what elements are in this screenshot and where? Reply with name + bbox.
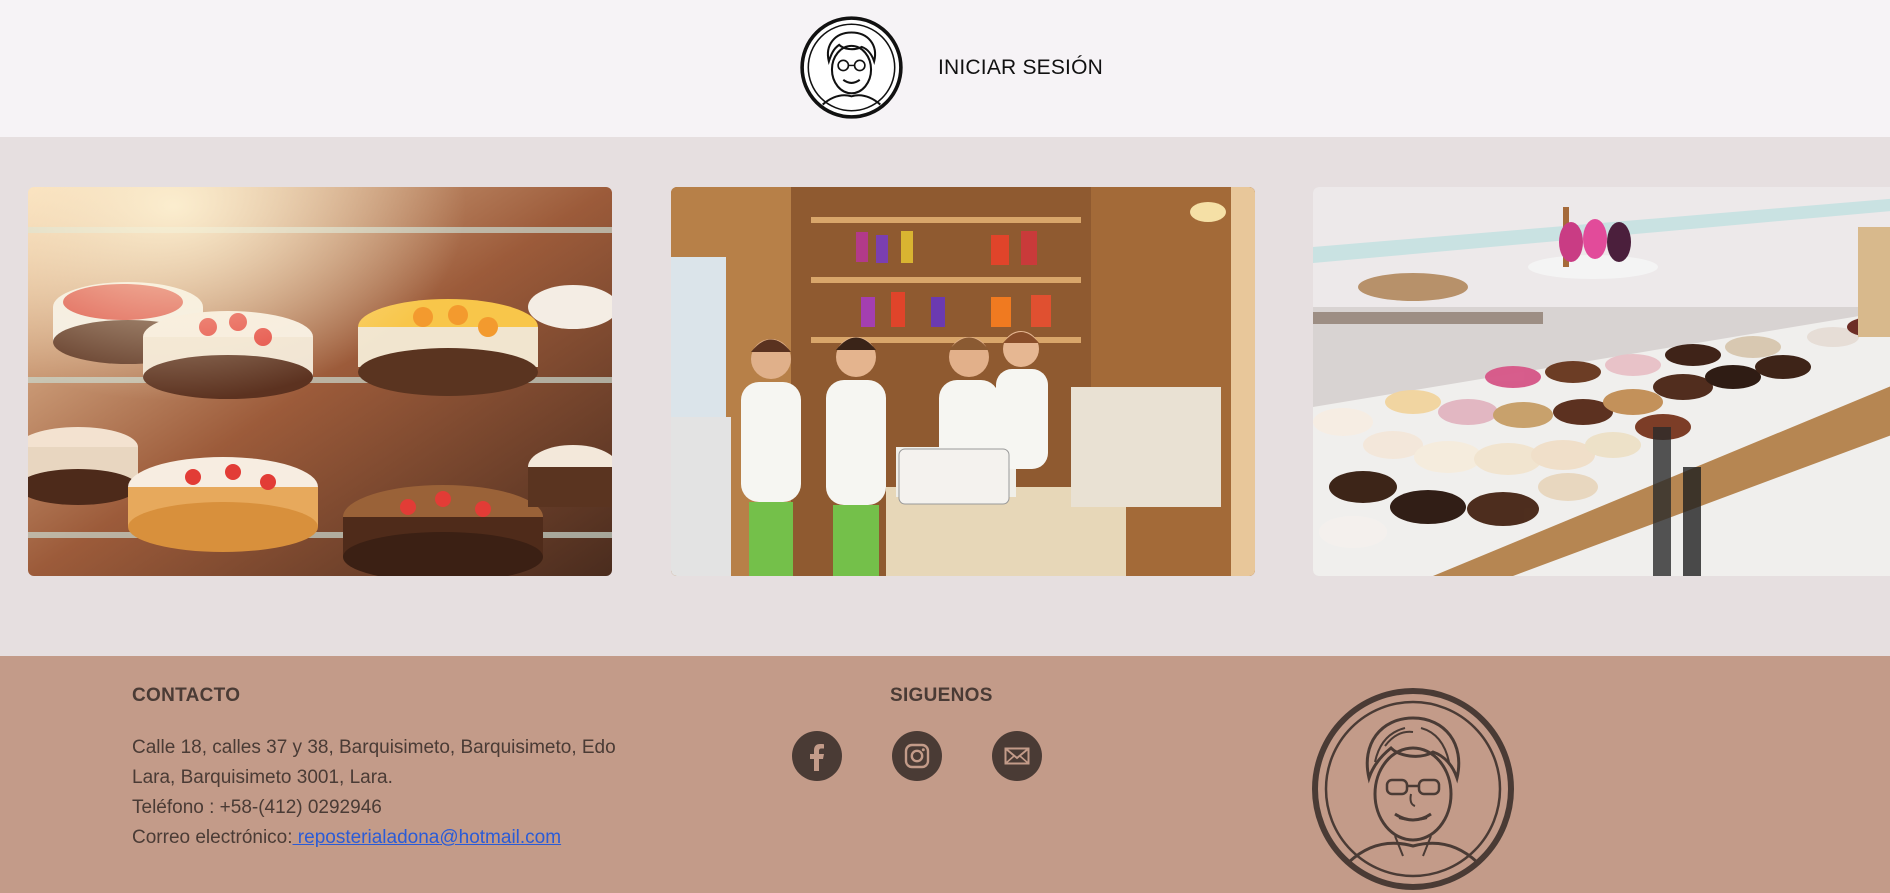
contact-heading: CONTACTO bbox=[132, 685, 241, 706]
email-line: Correo electrónico: reposterialadona@hot… bbox=[132, 823, 561, 853]
email-label: Correo electrónico: bbox=[132, 827, 293, 848]
photo-carousel bbox=[0, 137, 1890, 656]
address-line-2: Lara, Barquisimeto 3001, Lara. bbox=[132, 767, 393, 788]
site-footer: CONTACTO Calle 18, calles 37 y 38, Barqu… bbox=[0, 656, 1890, 893]
phone-text: Teléfono : +58-(412) 0292946 bbox=[132, 797, 382, 818]
follow-heading: SIGUENOS bbox=[890, 685, 993, 706]
facebook-icon[interactable] bbox=[792, 731, 842, 781]
email-icon[interactable] bbox=[992, 731, 1042, 781]
cake-display-case-photo bbox=[28, 187, 612, 576]
login-link[interactable]: INICIAR SESIÓN bbox=[938, 56, 1103, 80]
footer-logo-icon bbox=[1311, 686, 1516, 893]
bakery-staff-photo bbox=[671, 187, 1255, 576]
email-link[interactable]: reposterialadona@hotmail.com bbox=[293, 827, 561, 848]
instagram-icon[interactable] bbox=[892, 731, 942, 781]
logo-icon[interactable] bbox=[800, 14, 903, 121]
address-line-1: Calle 18, calles 37 y 38, Barquisimeto, … bbox=[132, 737, 616, 758]
site-header: INICIAR SESIÓN bbox=[0, 0, 1890, 137]
donut-table-photo bbox=[1313, 187, 1890, 576]
